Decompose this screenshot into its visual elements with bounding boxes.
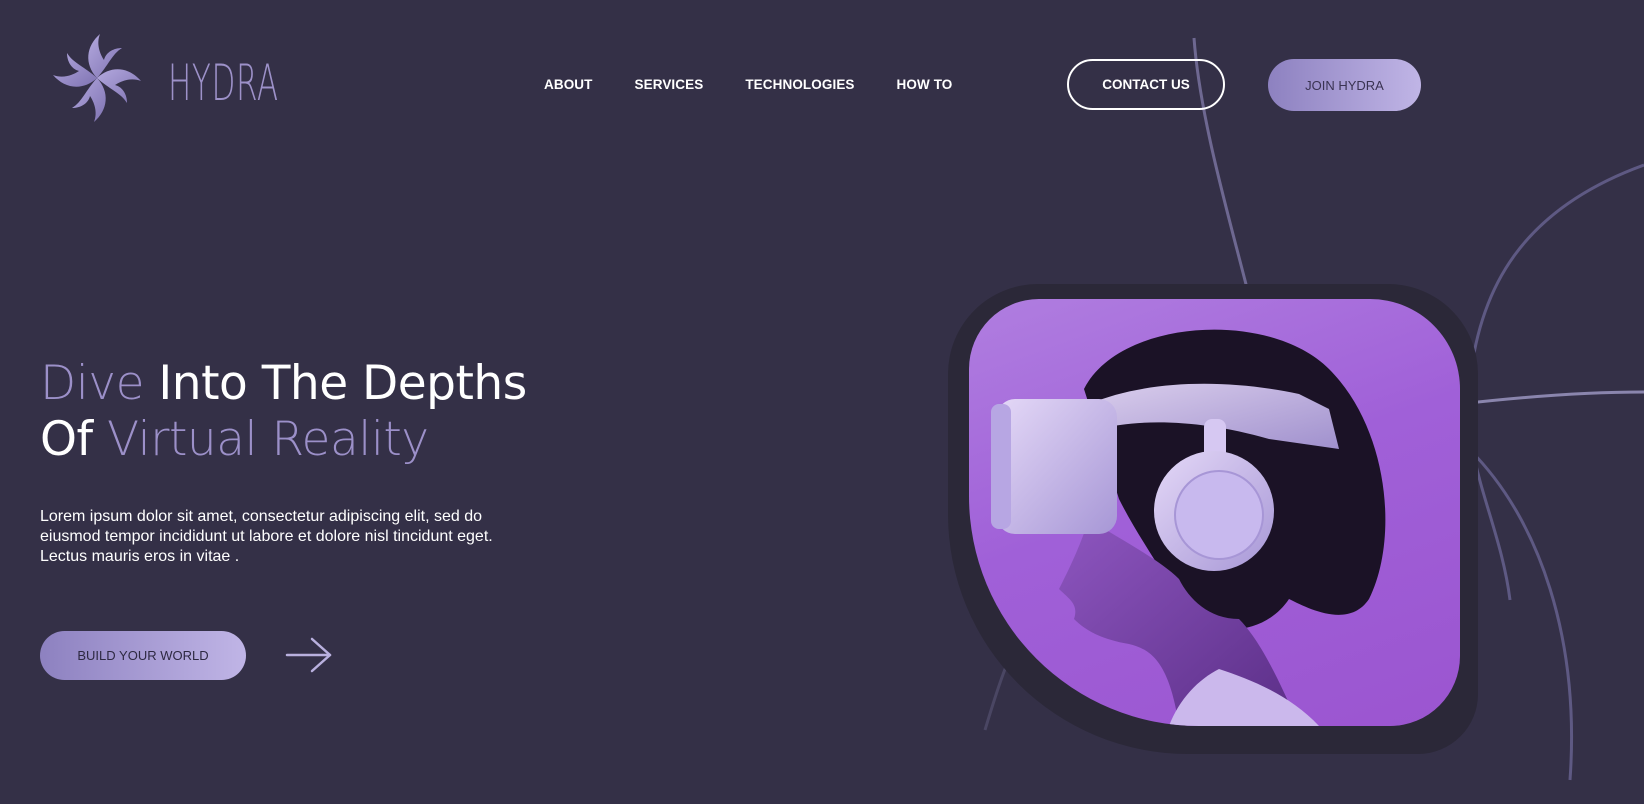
- hero-title-text-1: Into The Depths: [143, 356, 527, 411]
- build-your-world-button[interactable]: BUILD YOUR WORLD: [40, 631, 246, 680]
- hydra-logo-icon: [53, 34, 141, 122]
- arrow-right-icon[interactable]: [285, 636, 333, 674]
- join-hydra-button[interactable]: JOIN HYDRA: [1268, 59, 1421, 111]
- vr-person-image: [969, 299, 1460, 726]
- nav-item-technologies[interactable]: TECHNOLOGIES: [745, 77, 854, 92]
- nav-item-about[interactable]: ABOUT: [544, 77, 593, 92]
- hero-title-accent-2: Virtual Reality: [92, 412, 429, 467]
- nav-item-how-to[interactable]: HOW TO: [897, 77, 953, 92]
- brand-name: HYDRA: [168, 54, 279, 112]
- hero-title-accent-1: Dive: [40, 356, 144, 411]
- hero-title: Dive Into The Depths Of Virtual Reality: [40, 356, 527, 468]
- hero-description: Lorem ipsum dolor sit amet, consectetur …: [40, 508, 493, 565]
- nav-item-services[interactable]: SERVICES: [635, 77, 704, 92]
- main-nav: ABOUT SERVICES TECHNOLOGIES HOW TO: [544, 77, 994, 92]
- contact-us-button[interactable]: CONTACT US: [1067, 59, 1225, 110]
- logo[interactable]: HYDRA: [44, 24, 347, 132]
- hero-title-text-2: Of: [40, 412, 93, 467]
- vr-headset-illustration: [991, 329, 1386, 726]
